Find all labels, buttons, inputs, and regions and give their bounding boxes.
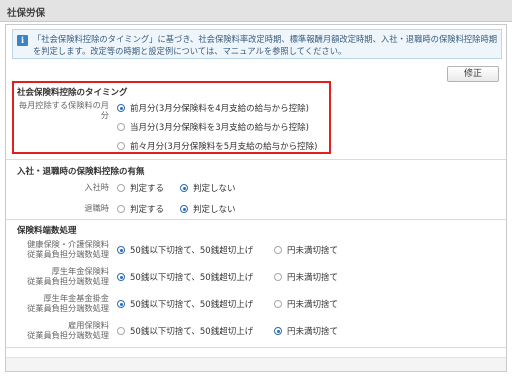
radio-selected-icon[interactable] <box>274 327 282 335</box>
label-line: 健康保険・介護保険料 <box>27 239 109 249</box>
timing-section-title: 社会保険料控除のタイミング <box>17 88 128 98</box>
health-round-half-option[interactable]: 50銭以下切捨て、50銭超切上げ <box>117 244 253 256</box>
leave-no-judge-option[interactable]: 判定しない <box>180 203 236 215</box>
label-line: 雇用保険料 <box>68 320 109 330</box>
join-leave-section-title: 入社・退職時の保険料控除の有無 <box>17 167 145 177</box>
option-label: 50銭以下切捨て、50銭超切上げ <box>130 300 254 310</box>
divider <box>6 219 506 220</box>
timing-option-two-months-prior[interactable]: 前々月分(3月分保険料を5月支給の給与から控除) <box>117 140 317 152</box>
option-label: 判定しない <box>193 184 236 194</box>
radio-selected-icon[interactable] <box>117 246 125 254</box>
radio-icon[interactable] <box>274 300 282 308</box>
option-label: 50銭以下切捨て、50銭超切上げ <box>130 246 254 256</box>
option-label: 判定する <box>130 184 165 194</box>
pension-truncate-option[interactable]: 円未満切捨て <box>274 271 338 283</box>
radio-selected-icon[interactable] <box>117 273 125 281</box>
rounding-row-label: 健康保険・介護保険料 従業員負担分端数処理 <box>14 239 109 259</box>
pension-round-half-option[interactable]: 50銭以下切捨て、50銭超切上げ <box>117 271 253 283</box>
health-truncate-option[interactable]: 円未満切捨て <box>274 244 338 256</box>
radio-icon[interactable] <box>117 142 125 150</box>
label-line: 厚生年金基金掛金 <box>43 293 109 303</box>
employment-truncate-option[interactable]: 円未満切捨て <box>274 325 338 337</box>
radio-selected-icon[interactable] <box>180 184 188 192</box>
fund-round-half-option[interactable]: 50銭以下切捨て、50銭超切上げ <box>117 298 253 310</box>
option-label: 50銭以下切捨て、50銭超切上げ <box>130 273 254 283</box>
radio-icon[interactable] <box>117 184 125 192</box>
info-box: i 「社会保険料控除のタイミング」に基づき、社会保険料率改定時期、標準報酬月額改… <box>12 29 502 59</box>
settings-panel: i 「社会保険料控除のタイミング」に基づき、社会保険料率改定時期、標準報酬月額改… <box>5 24 507 372</box>
radio-selected-icon[interactable] <box>117 104 125 112</box>
fund-truncate-option[interactable]: 円未満切捨て <box>274 298 338 310</box>
panel-footer <box>6 357 506 371</box>
timing-option-label: 前々月分(3月分保険料を5月支給の給与から控除) <box>130 142 318 152</box>
join-judge-option[interactable]: 判定する <box>117 182 164 194</box>
label-line: 従業員負担分端数処理 <box>27 249 109 259</box>
join-no-judge-option[interactable]: 判定しない <box>180 182 236 194</box>
radio-icon[interactable] <box>117 327 125 335</box>
radio-selected-icon[interactable] <box>180 205 188 213</box>
radio-icon[interactable] <box>117 205 125 213</box>
divider <box>6 347 506 348</box>
timing-option-previous-month[interactable]: 前月分(3月分保険料を4月支給の給与から控除) <box>117 102 309 114</box>
section-title: 社保労保 <box>7 8 46 19</box>
rounding-row-label: 雇用保険料 従業員負担分端数処理 <box>14 320 109 340</box>
option-label: 判定しない <box>193 205 236 215</box>
timing-option-label: 前月分(3月分保険料を4月支給の給与から控除) <box>130 104 309 114</box>
leave-label: 退職時 <box>84 203 109 213</box>
radio-icon[interactable] <box>274 246 282 254</box>
employment-round-half-option[interactable]: 50銭以下切捨て、50銭超切上げ <box>117 325 253 337</box>
option-label: 円未満切捨て <box>287 300 339 310</box>
option-label: 円未満切捨て <box>287 327 339 337</box>
leave-judge-option[interactable]: 判定する <box>117 203 164 215</box>
label-line: 厚生年金保険料 <box>51 266 109 276</box>
label-line: 従業員負担分端数処理 <box>27 276 109 286</box>
rounding-section-title: 保険料端数処理 <box>17 226 77 236</box>
timing-option-label: 当月分(3月分保険料を3月支給の給与から控除) <box>130 123 309 133</box>
option-label: 円未満切捨て <box>287 246 339 256</box>
rounding-row-label: 厚生年金基金掛金 従業員負担分端数処理 <box>14 293 109 313</box>
label-line: 従業員負担分端数処理 <box>27 303 109 313</box>
rounding-row-label: 厚生年金保険料 従業員負担分端数処理 <box>14 266 109 286</box>
option-label: 判定する <box>130 205 165 215</box>
divider <box>6 159 506 160</box>
timing-option-current-month[interactable]: 当月分(3月分保険料を3月支給の給与から控除) <box>117 121 309 133</box>
timing-label: 毎月控除する保険料の月分 <box>18 100 109 120</box>
label-line: 従業員負担分端数処理 <box>27 330 109 340</box>
edit-button[interactable]: 修正 <box>447 66 499 82</box>
radio-selected-icon[interactable] <box>117 300 125 308</box>
join-label: 入社時 <box>84 182 109 192</box>
radio-icon[interactable] <box>117 123 125 131</box>
radio-icon[interactable] <box>274 273 282 281</box>
option-label: 円未満切捨て <box>287 273 339 283</box>
info-icon: i <box>17 35 28 46</box>
option-label: 50銭以下切捨て、50銭超切上げ <box>130 327 254 337</box>
info-message: 「社会保険料控除のタイミング」に基づき、社会保険料率改定時期、標準報酬月額改定時… <box>33 34 498 56</box>
section-header: 社保労保 <box>0 0 512 22</box>
